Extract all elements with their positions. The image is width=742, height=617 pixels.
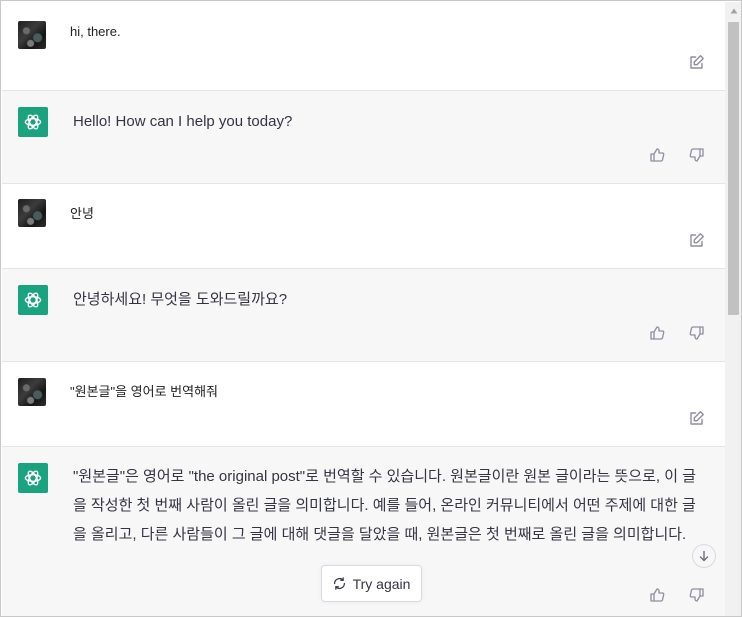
thumbs-up-icon[interactable] <box>648 146 666 164</box>
user-avatar <box>18 378 46 406</box>
openai-logo-icon <box>24 292 42 308</box>
assistant-avatar <box>18 285 48 315</box>
thumbs-up-icon[interactable] <box>648 324 666 342</box>
user-message-text: 안녕 <box>70 206 94 221</box>
vertical-scrollbar[interactable] <box>725 2 741 616</box>
edit-icon[interactable] <box>688 231 706 249</box>
edit-icon[interactable] <box>688 409 706 427</box>
assistant-message-text: 안녕하세요! 무엇을 도와드릴까요? <box>73 291 288 308</box>
user-avatar <box>18 21 46 49</box>
scroll-up-arrow-icon[interactable] <box>725 2 741 19</box>
assistant-message-text: "원본글"은 영어로 "the original post"로 번역할 수 있습… <box>73 468 696 543</box>
arrow-down-icon <box>699 550 709 562</box>
user-message: "원본글"을 영어로 번역해줘 <box>2 362 725 447</box>
scrollbar-thumb[interactable] <box>728 22 739 315</box>
user-message: 안녕 <box>2 184 725 269</box>
edit-icon[interactable] <box>688 53 706 71</box>
openai-logo-icon <box>24 470 42 486</box>
openai-logo-icon <box>24 114 42 130</box>
user-message-text: hi, there. <box>70 24 121 39</box>
thumbs-down-icon[interactable] <box>688 324 706 342</box>
user-message-text: "원본글"을 영어로 번역해줘 <box>70 384 219 399</box>
scroll-to-bottom-button[interactable] <box>692 544 716 568</box>
user-message: hi, there. <box>2 5 725 91</box>
assistant-avatar <box>18 107 48 137</box>
try-again-button[interactable]: Try again <box>321 565 422 602</box>
thumbs-up-icon[interactable] <box>648 586 666 604</box>
assistant-message: Hello! How can I help you today? <box>2 91 725 184</box>
assistant-message: 안녕하세요! 무엇을 도와드릴까요? <box>2 269 725 362</box>
thumbs-down-icon[interactable] <box>688 146 706 164</box>
assistant-message-text: Hello! How can I help you today? <box>73 113 293 130</box>
try-again-label: Try again <box>352 575 411 592</box>
refresh-icon <box>333 577 345 590</box>
chat-window: hi, there. Hello! How can I help you tod… <box>0 0 742 617</box>
thumbs-down-icon[interactable] <box>688 586 706 604</box>
assistant-avatar <box>18 463 48 493</box>
user-avatar <box>18 199 46 227</box>
